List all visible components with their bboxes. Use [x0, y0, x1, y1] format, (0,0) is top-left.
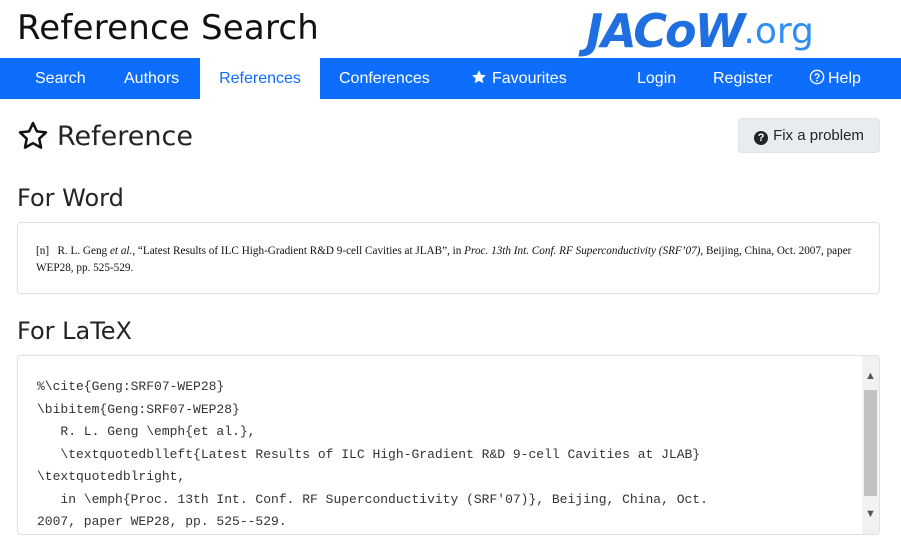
for-word-heading: For Word: [17, 184, 124, 212]
nav-favourites-label: Favourites: [492, 70, 567, 87]
scroll-up-icon[interactable]: ▲: [862, 368, 879, 385]
logo-tld: .org: [743, 11, 814, 52]
jacow-logo[interactable]: JACoW .org: [586, 8, 814, 54]
favourite-star-icon[interactable]: [17, 120, 49, 152]
nav-authors-label: Authors: [124, 70, 180, 87]
fix-problem-label: Fix a problem: [773, 127, 864, 144]
nav-conferences-label: Conferences: [339, 70, 430, 87]
nav-login-label: Login: [637, 70, 677, 87]
nav-authors[interactable]: Authors: [124, 58, 179, 99]
scroll-thumb[interactable]: [864, 390, 877, 496]
latex-line: R. L. Geng \emph{et al.},: [37, 424, 256, 439]
latex-textarea[interactable]: %\cite{Geng:SRF07-WEP28} \bibitem{Geng:SR…: [17, 355, 880, 535]
nav-register[interactable]: Register: [713, 58, 773, 99]
for-latex-heading: For LaTeX: [17, 317, 132, 345]
question-icon: ?: [754, 131, 769, 145]
scroll-down-icon[interactable]: ▼: [862, 506, 879, 523]
nav-references-label: References: [219, 70, 301, 87]
nav-register-label: Register: [713, 70, 773, 87]
logo-main: JACoW: [586, 4, 745, 58]
citation-title: , “Latest Results of ILC High-Gradient R…: [132, 245, 465, 257]
main-navbar: Search Authors References Conferences Fa…: [0, 58, 901, 99]
latex-line: \textquotedblleft{Latest Results of ILC …: [37, 446, 701, 462]
citation-number: [n]: [36, 245, 50, 257]
star-icon: [472, 70, 486, 84]
citation-authors: R. L. Geng: [57, 245, 108, 257]
latex-scrollbar[interactable]: ▲ ▼: [862, 356, 879, 534]
nav-login[interactable]: Login: [637, 58, 676, 99]
latex-line: \bibitem{Geng:SRF07-WEP28}: [37, 401, 240, 417]
nav-favourites[interactable]: Favourites: [471, 58, 567, 99]
latex-line: %\cite{Geng:SRF07-WEP28}: [37, 379, 225, 394]
latex-line: in \emph{Proc. 13th Int. Conf. RF Superc…: [37, 491, 708, 507]
citation-proceedings: Proc. 13th Int. Conf. RF Superconductivi…: [464, 245, 701, 257]
nav-help[interactable]: Help: [809, 58, 861, 99]
fix-problem-button[interactable]: ? Fix a problem: [738, 118, 880, 153]
latex-content: %\cite{Geng:SRF07-WEP28} \bibitem{Geng:SR…: [37, 376, 857, 534]
nav-search[interactable]: Search: [35, 58, 86, 99]
citation-etal: et al.: [109, 245, 133, 257]
nav-search-label: Search: [35, 70, 86, 87]
site-title: Reference Search: [17, 8, 320, 48]
site-header: Reference Search JACoW .org: [0, 0, 901, 58]
nav-help-label: Help: [828, 70, 861, 87]
question-circle-icon: [809, 69, 825, 85]
latex-line: 2007, paper WEP28, pp. 525--529.: [37, 514, 287, 529]
word-citation-box[interactable]: [n] R. L. Geng et al., “Latest Results o…: [17, 222, 880, 294]
nav-references[interactable]: References: [200, 58, 320, 99]
nav-conferences[interactable]: Conferences: [339, 58, 430, 99]
latex-line: \textquotedblright,: [37, 469, 186, 484]
page-title: Reference: [57, 120, 193, 152]
reference-heading: Reference: [17, 118, 193, 154]
